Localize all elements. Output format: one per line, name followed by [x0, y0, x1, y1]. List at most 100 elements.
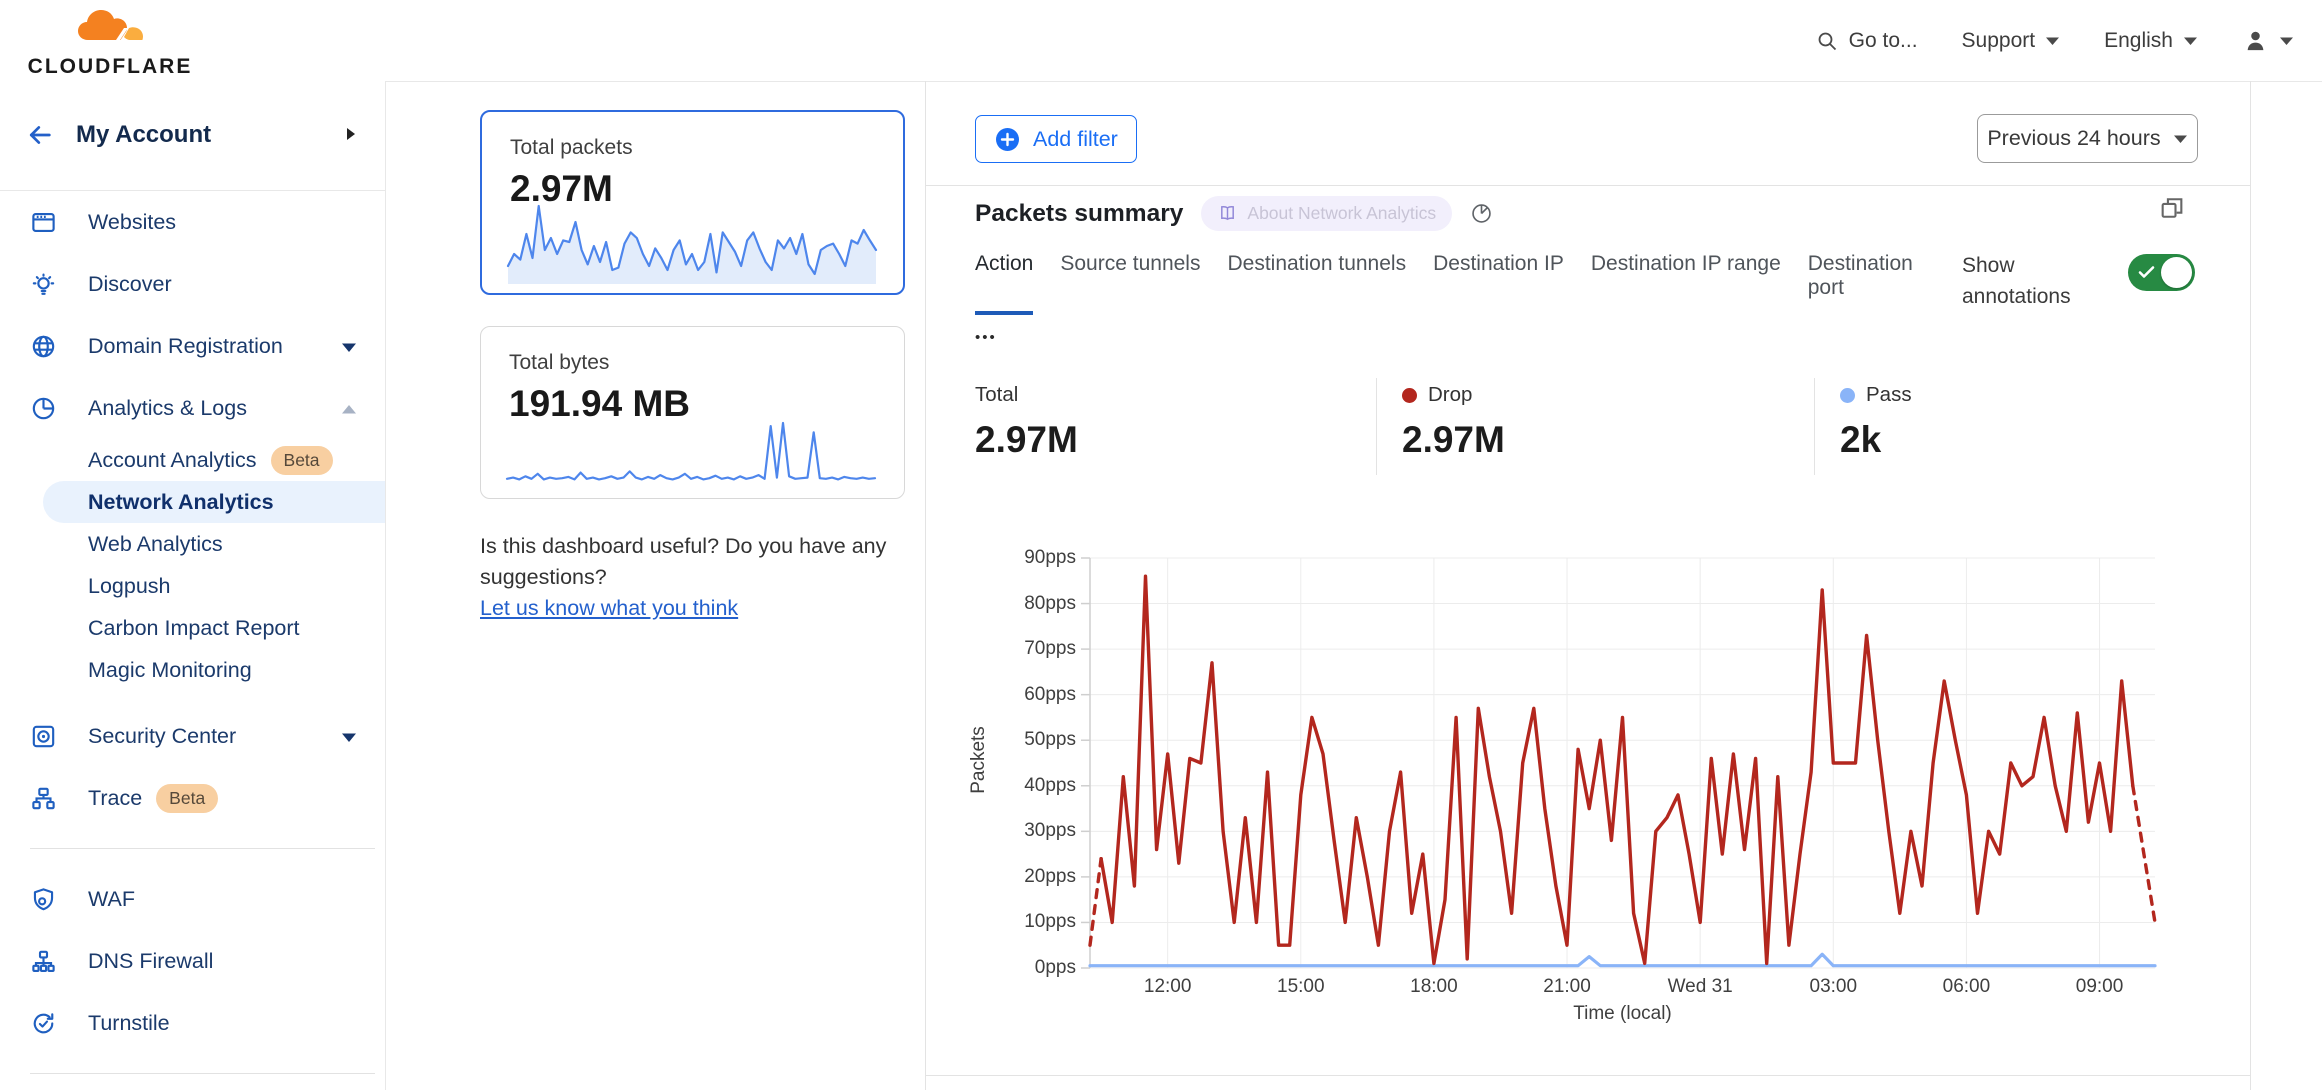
sidebar-item-analytics-logs[interactable]: Analytics & Logs — [0, 377, 385, 439]
chevron-down-icon — [2045, 36, 2060, 46]
card-title: Total packets — [510, 136, 875, 160]
x-axis-tick-label: 09:00 — [2030, 976, 2170, 998]
sidebar-item-label: Analytics & Logs — [88, 396, 247, 421]
globe-icon — [30, 333, 57, 360]
chevron-down-icon — [2279, 36, 2294, 46]
sidebar-divider — [30, 1073, 375, 1074]
check-icon — [2138, 265, 2155, 279]
sidebar-item-label: Logpush — [88, 574, 171, 599]
stat-total: Total 2.97M — [975, 383, 1078, 461]
stat-divider — [1814, 378, 1815, 475]
panel-title: Packets summary — [975, 200, 1183, 228]
tabs-overflow-button[interactable]: ••• — [975, 329, 997, 352]
sidebar-item-network-analytics[interactable]: Network Analytics — [43, 481, 385, 523]
x-axis-tick-label: 12:00 — [1098, 976, 1238, 998]
sidebar-item-label: Web Analytics — [88, 532, 223, 557]
sidebar-item-label: Magic Monitoring — [88, 658, 252, 683]
total-bytes-card[interactable]: Total bytes 191.94 MB — [480, 326, 905, 499]
expand-icon[interactable] — [2158, 194, 2186, 222]
sidebar-item-websites[interactable]: Websites — [0, 191, 385, 253]
y-axis-tick-label: 90pps — [948, 547, 1076, 569]
sidebar-item-label: DNS Firewall — [88, 949, 213, 974]
tab-action[interactable]: Action — [975, 252, 1033, 308]
main-panel-right-border — [2250, 81, 2251, 1090]
y-axis-tick-label: 70pps — [948, 638, 1076, 660]
tab-source-tunnels[interactable]: Source tunnels — [1060, 252, 1200, 308]
sidebar-item-magic-monitoring[interactable]: Magic Monitoring — [0, 649, 385, 691]
sidebar-item-dns-firewall[interactable]: DNS Firewall — [0, 930, 385, 992]
tab-destination-ip-range[interactable]: Destination IP range — [1591, 252, 1781, 308]
pass-legend-dot — [1840, 388, 1855, 403]
stat-label: Total — [975, 383, 1018, 407]
panel-title-row: Packets summary About Network Analytics — [975, 196, 1493, 231]
support-menu[interactable]: Support — [1962, 29, 2061, 53]
sidebar-item-security-center[interactable]: Security Center — [0, 705, 385, 767]
y-axis-tick-label: 40pps — [948, 775, 1076, 797]
sidebar-item-domain-registration[interactable]: Domain Registration — [0, 315, 385, 377]
tab-destination-tunnels[interactable]: Destination tunnels — [1227, 252, 1406, 308]
y-axis-tick-label: 60pps — [948, 684, 1076, 706]
about-network-analytics-badge[interactable]: About Network Analytics — [1201, 196, 1452, 231]
cloudflare-logo[interactable]: CLOUDFLARE — [20, 6, 200, 79]
sidebar-item-discover[interactable]: Discover — [0, 253, 385, 315]
x-axis-tick-label: 18:00 — [1364, 976, 1504, 998]
language-menu[interactable]: English — [2104, 29, 2198, 53]
top-nav: Go to... Support English — [1815, 0, 2294, 81]
sidebar-item-waf[interactable]: WAF — [0, 868, 385, 930]
sidebar-item-label: Account Analytics — [88, 448, 257, 473]
language-label: English — [2104, 29, 2173, 53]
tab-destination-ip[interactable]: Destination IP — [1433, 252, 1564, 308]
time-range-dropdown[interactable]: Previous 24 hours — [1977, 114, 2198, 163]
sidebar-item-label: Domain Registration — [88, 334, 283, 359]
caret-down-icon — [341, 724, 357, 749]
y-axis-tick-label: 80pps — [948, 593, 1076, 615]
chart-pie-icon[interactable] — [1470, 202, 1493, 225]
top-bar: CLOUDFLARE Go to... Support English — [0, 0, 2322, 82]
caret-up-icon — [341, 396, 357, 421]
pie-chart-icon — [30, 395, 57, 422]
sidebar-item-logpush[interactable]: Logpush — [0, 565, 385, 607]
browser-window-icon — [30, 209, 57, 236]
sidebar-item-web-analytics[interactable]: Web Analytics — [0, 523, 385, 565]
annotations-toggle[interactable] — [2128, 254, 2195, 291]
about-badge-label: About Network Analytics — [1247, 203, 1436, 224]
cloudflare-wordmark: CLOUDFLARE — [20, 55, 200, 79]
stat-drop: Drop 2.97M — [1402, 383, 1505, 461]
sidebar-nav: Websites Discover Domain Registration An… — [0, 191, 385, 1090]
sidebar-item-trace[interactable]: Trace Beta — [0, 767, 385, 829]
add-filter-button[interactable]: Add filter — [975, 115, 1137, 163]
feedback-question: Is this dashboard useful? Do you have an… — [480, 531, 935, 593]
tab-destination-port[interactable]: Destination port — [1808, 252, 1913, 308]
network-analytics-page: CLOUDFLARE Go to... Support English — [0, 0, 2322, 1090]
total-packets-card[interactable]: Total packets 2.97M — [480, 110, 905, 295]
drop-legend-dot — [1402, 388, 1417, 403]
lightbulb-icon — [30, 271, 57, 298]
y-axis-tick-label: 30pps — [948, 820, 1076, 842]
time-range-label: Previous 24 hours — [1987, 126, 2160, 151]
show-annotations-label: Show annotations — [1962, 250, 2092, 312]
total-packets-sparkline — [508, 200, 876, 284]
packets-time-series-chart — [1090, 558, 2155, 968]
account-name[interactable]: My Account — [76, 121, 211, 149]
caret-right-icon[interactable] — [345, 126, 357, 147]
trace-icon — [30, 785, 57, 812]
feedback-link[interactable]: Let us know what you think — [480, 596, 738, 620]
x-axis-tick-label: Wed 31 — [1630, 976, 1770, 998]
beta-badge: Beta — [156, 784, 218, 813]
sidebar-item-account-analytics[interactable]: Account Analytics Beta — [0, 439, 385, 481]
sidebar-item-carbon-impact-report[interactable]: Carbon Impact Report — [0, 607, 385, 649]
account-menu[interactable] — [2242, 27, 2294, 54]
x-axis-tick-label: 15:00 — [1231, 976, 1371, 998]
section-bottom-divider — [926, 1075, 2250, 1076]
sidebar-item-label: WAF — [88, 887, 135, 912]
feedback-block: Is this dashboard useful? Do you have an… — [480, 531, 935, 624]
goto-search[interactable]: Go to... — [1815, 29, 1918, 53]
back-arrow-icon[interactable] — [26, 121, 54, 154]
book-icon — [1217, 203, 1238, 224]
sidebar-item-turnstile[interactable]: Turnstile — [0, 992, 385, 1054]
sidebar-item-label: Websites — [88, 210, 176, 235]
sidebar-item-label: Security Center — [88, 724, 236, 749]
search-icon — [1815, 29, 1839, 53]
sidebar-item-label: Network Analytics — [88, 490, 274, 515]
chevron-down-icon — [2183, 36, 2198, 46]
